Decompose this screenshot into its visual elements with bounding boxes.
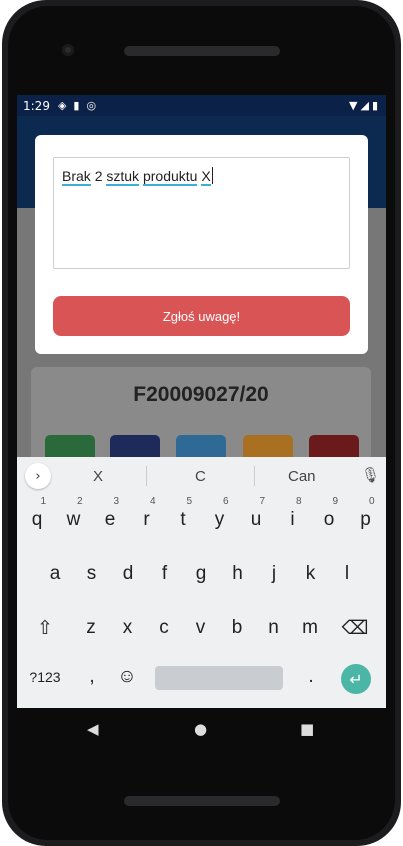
screen: 1:29 ◈ ▮ ◎ ▼ ◢ ▮ F20009027/20 Brak 2 szt… <box>17 95 386 708</box>
report-dialog: Brak 2 sztuk produktu X Zgłoś uwagę! <box>35 135 368 354</box>
key-hint: 7 <box>259 496 265 507</box>
suggestion-bar: › X C Can 🎙 <box>17 457 386 495</box>
key-d[interactable]: d <box>110 554 146 594</box>
key-hint: 3 <box>113 496 119 507</box>
key-g[interactable]: g <box>183 554 219 594</box>
note-word-3: sztuk <box>106 168 140 186</box>
enter-icon[interactable]: ↵ <box>341 664 371 694</box>
microphone-icon[interactable]: 🎙 <box>361 466 380 484</box>
symbols-key[interactable]: ?123 <box>27 657 63 697</box>
document-number: F20009027/20 <box>133 383 269 406</box>
key-r[interactable]: r4 <box>129 496 165 540</box>
key-label: o <box>323 509 335 530</box>
status-bar: 1:29 ◈ ▮ ◎ ▼ ◢ ▮ <box>17 95 386 116</box>
key-label: y <box>214 509 225 530</box>
key-e[interactable]: e3 <box>92 496 128 540</box>
key-n[interactable]: n <box>256 608 292 648</box>
key-hint: 9 <box>332 496 338 507</box>
period-key[interactable]: . <box>293 657 329 697</box>
note-text: Brak 2 sztuk produktu X <box>62 167 214 186</box>
suggestion-divider <box>146 466 147 486</box>
soft-keyboard: › X C Can 🎙 q1w2e3r4t5y6u7i8o9p0 asdfghj… <box>17 457 386 708</box>
sd-card-icon: ▮ <box>73 99 80 112</box>
key-o[interactable]: o9 <box>311 496 347 540</box>
comma-key[interactable]: , <box>74 657 110 697</box>
key-hint: 0 <box>368 496 375 507</box>
key-q[interactable]: q1 <box>19 496 55 540</box>
bottom-speaker <box>124 796 280 806</box>
suggestion-divider <box>254 466 255 486</box>
note-word-4: produktu <box>142 168 198 186</box>
recents-icon[interactable]: ■ <box>300 720 314 738</box>
signal-icon: ◢ <box>360 99 369 112</box>
key-s[interactable]: s <box>74 554 110 594</box>
front-camera <box>62 44 74 56</box>
backspace-icon[interactable]: ⌫ <box>337 608 373 648</box>
key-label: q <box>31 509 43 530</box>
key-m[interactable]: m <box>292 608 328 648</box>
status-time: 1:29 <box>23 98 50 113</box>
key-l[interactable]: l <box>329 554 365 594</box>
key-label: p <box>360 509 371 530</box>
key-hint: 6 <box>222 496 229 507</box>
key-u[interactable]: u7 <box>238 496 274 540</box>
key-f[interactable]: f <box>147 554 183 594</box>
key-label: t <box>180 509 186 530</box>
note-word-5: X <box>201 168 211 186</box>
battery-icon: ▮ <box>371 99 378 112</box>
top-speaker <box>124 46 280 56</box>
key-k[interactable]: k <box>293 554 329 594</box>
key-y[interactable]: y6 <box>202 496 238 540</box>
space-key[interactable] <box>155 666 283 690</box>
wifi-icon: ▼ <box>349 99 358 112</box>
key-label: i <box>290 509 295 530</box>
key-j[interactable]: j <box>256 554 292 594</box>
key-v[interactable]: v <box>183 608 219 648</box>
key-label: w <box>66 509 81 530</box>
suggestion-2[interactable]: C <box>195 468 206 485</box>
key-hint: 2 <box>76 496 83 507</box>
key-c[interactable]: c <box>146 608 182 648</box>
key-z[interactable]: z <box>73 608 109 648</box>
key-h[interactable]: h <box>220 554 256 594</box>
key-i[interactable]: i8 <box>275 496 311 540</box>
navigation-bar: ◀ ● ■ <box>17 708 386 750</box>
note-word-1: Brak <box>62 168 91 186</box>
key-p[interactable]: p0 <box>348 496 384 540</box>
key-hint: 8 <box>295 496 302 507</box>
key-w[interactable]: w2 <box>56 496 92 540</box>
key-hint: 1 <box>40 496 46 507</box>
back-icon[interactable]: ◀ <box>87 720 99 738</box>
key-label: e <box>104 509 116 530</box>
key-t[interactable]: t5 <box>165 496 201 540</box>
suggestion-1[interactable]: X <box>93 468 103 485</box>
key-hint: 4 <box>149 496 156 507</box>
key-a[interactable]: a <box>37 554 73 594</box>
note-textarea[interactable]: Brak 2 sztuk produktu X <box>53 157 350 269</box>
emoji-icon[interactable]: ☺ <box>109 657 145 697</box>
text-cursor <box>211 167 214 184</box>
key-label: r <box>143 509 150 530</box>
key-label: u <box>250 509 262 530</box>
expand-icon[interactable]: › <box>25 463 51 489</box>
sync-icon: ◎ <box>86 99 97 112</box>
key-x[interactable]: x <box>110 608 146 648</box>
submit-note-button[interactable]: Zgłoś uwagę! <box>53 296 350 336</box>
shift-icon[interactable]: ⇧ <box>27 608 63 648</box>
key-b[interactable]: b <box>219 608 255 648</box>
note-word-2: 2 <box>94 168 103 184</box>
home-icon[interactable]: ● <box>194 720 207 738</box>
suggestion-3[interactable]: Can <box>288 468 316 485</box>
key-hint: 5 <box>186 496 192 507</box>
location-icon: ◈ <box>57 99 67 112</box>
